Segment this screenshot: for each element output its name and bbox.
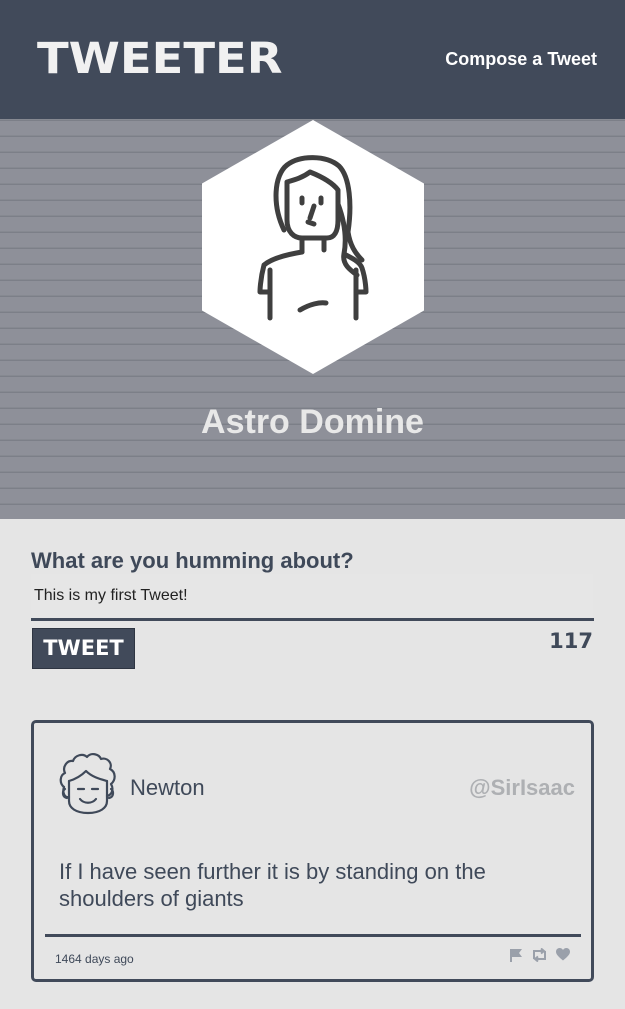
tweet-input[interactable]	[31, 574, 593, 618]
top-nav: TWEETER Compose a Tweet	[0, 0, 625, 119]
heart-icon[interactable]	[556, 948, 570, 966]
tweet-timestamp: 1464 days ago	[55, 952, 134, 966]
compose-prompt: What are you humming about?	[31, 548, 354, 573]
tweet-header: Newton @SirIsaac	[56, 751, 575, 833]
flag-icon[interactable]	[509, 948, 523, 967]
tweet-author-handle[interactable]: @SirIsaac	[469, 775, 575, 801]
profile-avatar	[202, 120, 424, 374]
tweet-button[interactable]: TWEET	[32, 628, 135, 669]
tweet-card: Newton @SirIsaac If I have seen further …	[31, 720, 594, 982]
tweet-divider	[45, 934, 581, 937]
retweet-icon[interactable]	[531, 947, 548, 967]
input-underline	[31, 618, 594, 621]
brand-logo[interactable]: TWEETER	[37, 34, 283, 84]
char-counter: 117	[549, 629, 593, 653]
profile-header: Astro Domine	[0, 119, 625, 519]
avatar-hexagon	[202, 120, 424, 374]
compose-tweet-link[interactable]: Compose a Tweet	[445, 48, 597, 70]
tweet-actions	[509, 947, 570, 967]
profile-name: Astro Domine	[201, 403, 424, 441]
tweet-author-name[interactable]: Newton	[130, 775, 205, 801]
newton-avatar-icon	[59, 753, 116, 815]
tweet-body: If I have seen further it is by standing…	[59, 859, 486, 911]
